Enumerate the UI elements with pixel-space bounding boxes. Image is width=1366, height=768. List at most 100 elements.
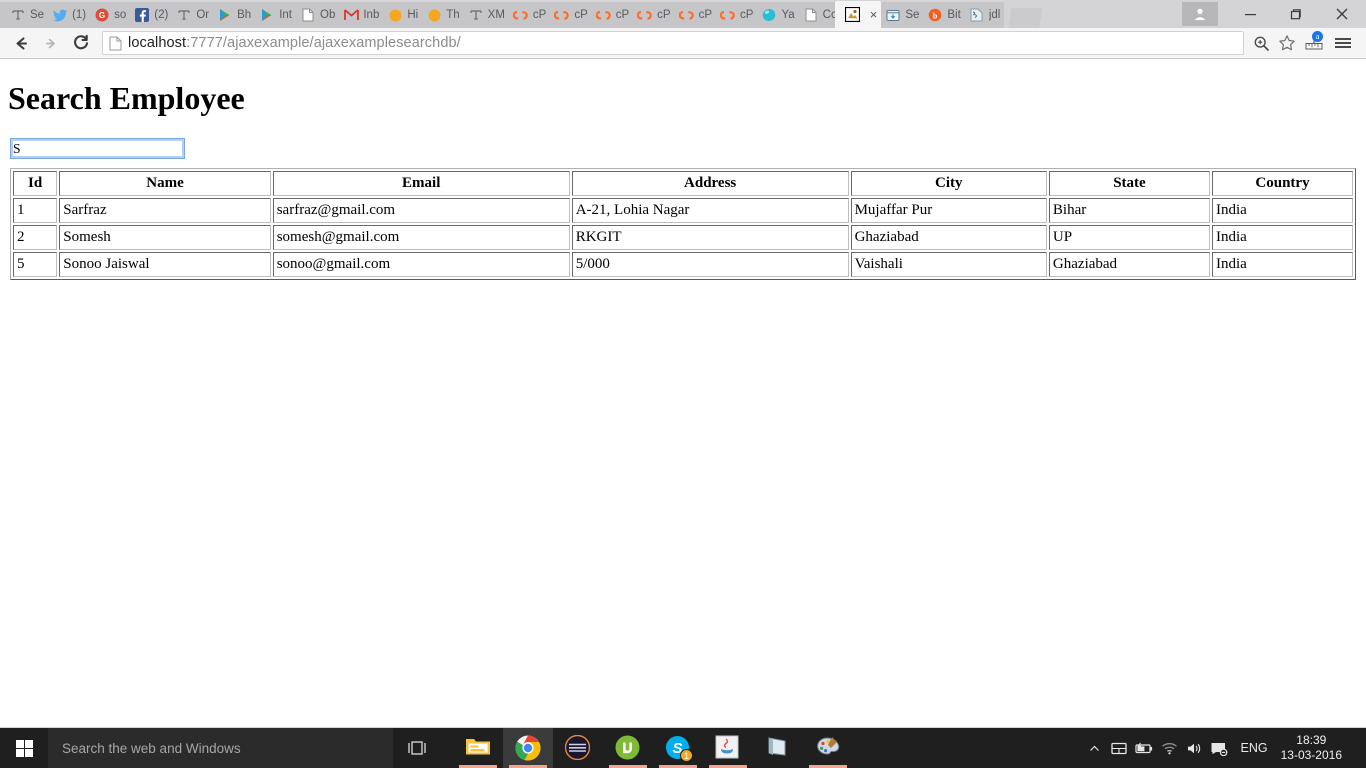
paint-icon: [815, 735, 841, 761]
bookmark-star-icon[interactable]: [1274, 29, 1300, 57]
table-cell: 1: [13, 198, 58, 223]
window-minimize-button[interactable]: [1228, 0, 1273, 28]
hamburger-menu-icon[interactable]: [1328, 29, 1358, 57]
browser-tab[interactable]: Th: [416, 2, 464, 28]
browser-tab[interactable]: Cc: [792, 2, 841, 28]
new-tab-button[interactable]: [1008, 8, 1043, 28]
browser-tab[interactable]: Ya: [751, 2, 799, 28]
profile-avatar-icon[interactable]: [1182, 2, 1218, 26]
clock[interactable]: 18:39 13-03-2016: [1277, 733, 1350, 763]
store-icon: [885, 7, 901, 23]
facebook-icon: [134, 7, 150, 23]
browser-tab[interactable]: ×: [834, 1, 882, 28]
touchpad-icon[interactable]: [1107, 728, 1132, 768]
window-close-button[interactable]: [1318, 0, 1366, 28]
browser-tab[interactable]: Or: [166, 2, 214, 28]
browser-tab[interactable]: cP: [668, 2, 717, 28]
browser-tab[interactable]: Bh: [207, 2, 256, 28]
url-path: :7777/ajaxexample/ajaxexamplesearchdb/: [186, 35, 461, 51]
taskbar-app-dark-circle-app[interactable]: [553, 728, 603, 768]
browser-tab[interactable]: (2): [124, 2, 173, 28]
yahoo-icon: [761, 7, 777, 23]
tab-label: Int: [279, 9, 293, 21]
forward-button[interactable]: [36, 29, 66, 57]
taskbar-app-google-chrome[interactable]: [503, 728, 553, 768]
window-maximize-button[interactable]: [1273, 0, 1318, 28]
gmail-icon: [343, 7, 359, 23]
taskbar-search-input[interactable]: Search the web and Windows: [48, 728, 393, 768]
chevron-up-icon[interactable]: [1082, 728, 1107, 768]
address-bar-url: localhost:7777/ajaxexample/ajaxexamplese…: [128, 35, 461, 51]
svg-text:G: G: [99, 11, 105, 20]
cpanel-icon: [512, 7, 529, 23]
taskbar-app-file-explorer[interactable]: [453, 728, 503, 768]
browser-tab[interactable]: cP: [544, 2, 592, 28]
table-cell: Bihar: [1048, 198, 1210, 223]
table-cell: sonoo@gmail.com: [272, 252, 570, 277]
browser-tab[interactable]: Se: [875, 2, 924, 28]
tab-strip: Se (1) Gso (2) Or Bh Int Ob Inb Hi Th XM cP cP cP cP cP c…: [0, 0, 1366, 28]
document-icon: [803, 7, 819, 23]
back-button[interactable]: [6, 29, 36, 57]
file-explorer-icon: [465, 735, 491, 761]
tab-label: cP: [574, 9, 588, 21]
browser-tab[interactable]: Hi: [377, 2, 423, 28]
table-cell: Sarfraz: [59, 198, 271, 223]
utorrent-icon: [615, 735, 641, 761]
tab-label: Ya: [781, 9, 795, 21]
cpanel-icon: [678, 7, 695, 23]
document-icon: [300, 7, 316, 23]
browser-tab[interactable]: Gso: [84, 2, 131, 28]
taskbar-app-skype[interactable]: S1: [653, 728, 703, 768]
reload-button[interactable]: [66, 29, 96, 57]
app-badge-count: 1: [680, 749, 693, 762]
tab-label: XM: [487, 9, 505, 21]
start-button[interactable]: [0, 728, 48, 768]
taskbar-app-java[interactable]: [703, 728, 753, 768]
page-document-icon: [109, 36, 122, 51]
dark-circle-app-icon: [564, 734, 591, 761]
browser-tab[interactable]: b Bit: [917, 2, 965, 28]
ruler-extension-icon[interactable]: a: [1300, 29, 1328, 57]
employee-search-input[interactable]: [10, 138, 185, 159]
browser-tab[interactable]: jdl: [958, 2, 1005, 28]
table-cell: Mujaffar Pur: [850, 198, 1047, 223]
employee-results-table: Id Name Email Address City State Country 1 Sarf…: [10, 168, 1356, 280]
taskbar-app-notepad[interactable]: [753, 728, 803, 768]
extension-badge: a: [1312, 31, 1323, 42]
battery-charging-icon[interactable]: [1132, 728, 1157, 768]
browser-tab[interactable]: cP: [585, 2, 634, 28]
browser-tab[interactable]: Inb: [333, 2, 384, 28]
table-column-header: State: [1048, 171, 1210, 196]
language-indicator[interactable]: ENG: [1232, 741, 1277, 755]
tab-label: (2): [154, 9, 169, 21]
tab-close-icon[interactable]: ×: [870, 8, 878, 21]
tab-label: Bit: [947, 9, 961, 21]
orange-dot-icon: [387, 7, 403, 23]
browser-tab[interactable]: cP: [710, 2, 758, 28]
tab-label: cP: [698, 9, 713, 21]
address-bar[interactable]: localhost:7777/ajaxexample/ajaxexamplese…: [102, 31, 1244, 55]
browser-tab[interactable]: Se: [0, 2, 49, 28]
browser-tab[interactable]: cP: [627, 2, 675, 28]
action-center-icon[interactable]: [1207, 728, 1232, 768]
taskbar-app-paint[interactable]: [803, 728, 853, 768]
window-controls-area: [1182, 0, 1366, 28]
browser-tab[interactable]: (1): [42, 2, 91, 28]
tab-label: cP: [657, 9, 671, 21]
taskbar-app-utorrent[interactable]: [603, 728, 653, 768]
play-store-icon: [259, 7, 275, 23]
table-cell: somesh@gmail.com: [272, 225, 570, 250]
task-view-icon[interactable]: [393, 728, 441, 768]
speaker-icon[interactable]: [1182, 728, 1207, 768]
browser-tab[interactable]: Int: [249, 2, 297, 28]
browser-tab[interactable]: Ob: [290, 2, 340, 28]
browser-tab[interactable]: XM: [457, 2, 509, 28]
browser-tab[interactable]: cP: [502, 2, 551, 28]
zoom-in-icon[interactable]: [1248, 29, 1274, 57]
table-cell: Ghaziabad: [1048, 252, 1210, 277]
wifi-icon[interactable]: [1157, 728, 1182, 768]
table-cell: Vaishali: [850, 252, 1047, 277]
show-desktop-button[interactable]: [1350, 728, 1358, 768]
table-row: 1 Sarfraz sarfraz@gmail.com A-21, Lohia Nag…: [13, 198, 1353, 223]
